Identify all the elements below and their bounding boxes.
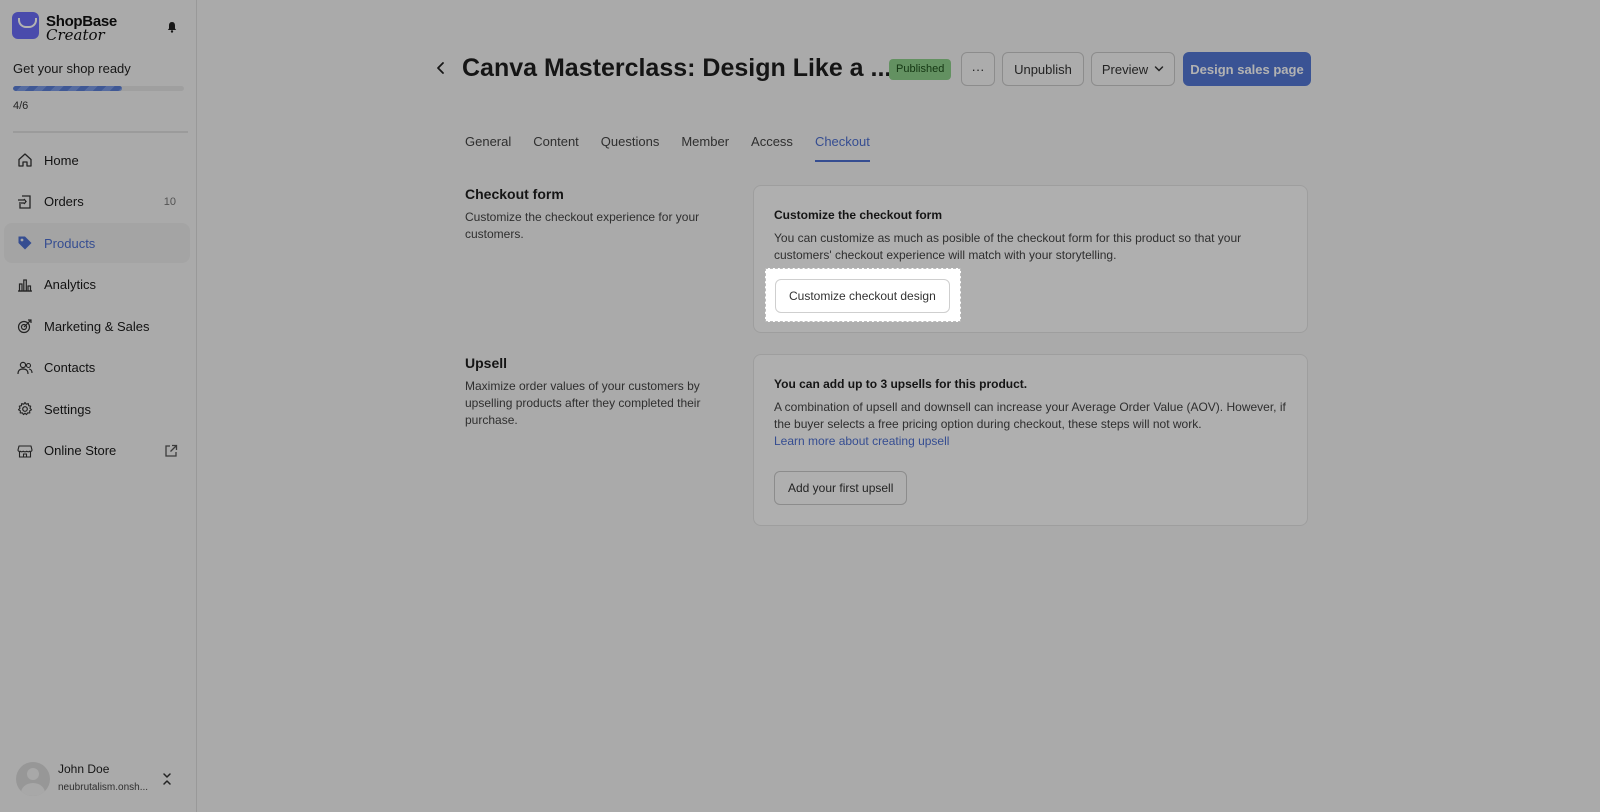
sidebar-divider: [13, 131, 188, 133]
gear-icon: [16, 400, 34, 418]
upsell-section-title: Upsell: [465, 355, 508, 371]
setup-count: 4/6: [13, 100, 29, 112]
tab-checkout[interactable]: Checkout: [814, 134, 870, 162]
store-icon: [16, 442, 34, 460]
avatar: [16, 762, 50, 796]
user-menu[interactable]: John Doe neubrutalism.onsh...: [16, 762, 186, 798]
logo[interactable]: ShopBase Creator: [12, 12, 187, 44]
more-icon: ···: [971, 61, 985, 77]
setup-title[interactable]: Get your shop ready: [13, 61, 131, 76]
sidebar-item-home[interactable]: Home: [4, 140, 190, 180]
orders-icon: [16, 193, 34, 211]
status-badge: Published: [889, 59, 952, 80]
sidebar-nav: Home Orders 10 Products Analytics Market…: [4, 140, 190, 472]
setup-progress-fill: [13, 86, 123, 91]
learn-more-upsell-link[interactable]: Learn more about creating upsell: [774, 434, 949, 448]
unpublish-button[interactable]: Unpublish: [1002, 52, 1084, 86]
product-tabs: General Content Questions Member Access …: [465, 134, 892, 162]
shopbase-logo-icon: [12, 12, 39, 39]
design-sales-page-button[interactable]: Design sales page: [1183, 52, 1311, 86]
upsell-card-title: You can add up to 3 upsells for this pro…: [774, 377, 1028, 391]
customize-checkout-design-button[interactable]: Customize checkout design: [775, 279, 950, 313]
sidebar-item-label: Orders: [44, 194, 84, 209]
contacts-icon: [16, 359, 34, 377]
user-shop-domain: neubrutalism.onsh...: [58, 782, 149, 793]
checkout-section-title: Checkout form: [465, 186, 564, 202]
main-content: Canva Masterclass: Design Like a ... Pub…: [197, 0, 1600, 812]
checkout-card-text: You can customize as much as posible of …: [774, 231, 1242, 262]
analytics-icon: [16, 276, 34, 294]
target-icon: [16, 317, 34, 335]
bell-icon[interactable]: [166, 21, 178, 33]
back-arrow-icon[interactable]: [434, 60, 448, 76]
preview-label: Preview: [1101, 61, 1149, 77]
sidebar-item-label: Analytics: [44, 277, 97, 292]
sidebar-item-settings[interactable]: Settings: [4, 389, 190, 429]
sidebar-item-label: Products: [44, 235, 96, 251]
logo-subtext: Creator: [46, 26, 105, 44]
more-actions-button[interactable]: ···: [961, 52, 995, 86]
checkout-card-title: Customize the checkout form: [774, 208, 943, 222]
sidebar-item-label: Home: [44, 152, 79, 168]
sidebar-item-products[interactable]: Products: [4, 223, 190, 263]
sidebar-item-online-store[interactable]: Online Store: [4, 431, 190, 471]
page-title: Canva Masterclass: Design Like a ...: [462, 54, 892, 82]
tab-access[interactable]: Access: [751, 134, 793, 162]
preview-dropdown-button[interactable]: Preview: [1091, 52, 1175, 86]
chevron-down-icon: [1154, 66, 1164, 72]
sidebar-item-contacts[interactable]: Contacts: [4, 348, 190, 388]
sidebar-item-label: Settings: [44, 401, 91, 417]
tag-icon: [16, 234, 34, 252]
sidebar-item-orders[interactable]: Orders 10: [4, 182, 190, 222]
external-link-icon[interactable]: [164, 444, 178, 458]
tab-member[interactable]: Member: [681, 134, 729, 162]
user-name: John Doe: [58, 762, 110, 776]
add-first-upsell-button[interactable]: Add your first upsell: [774, 471, 908, 505]
checkout-section-description: Customize the checkout experience for yo…: [465, 210, 700, 241]
tab-content[interactable]: Content: [533, 134, 579, 162]
tab-general[interactable]: General: [465, 134, 511, 162]
home-icon: [16, 151, 34, 169]
upsell-card-text: A combination of upsell and downsell can…: [774, 400, 1286, 431]
sidebar: ShopBase Creator Get your shop ready 4/6…: [0, 0, 197, 812]
sidebar-item-marketing[interactable]: Marketing & Sales: [4, 306, 190, 346]
orders-count-badge: 10: [163, 195, 176, 208]
upsell-card: You can add up to 3 upsells for this pro…: [753, 354, 1308, 526]
upsell-section-description: Maximize order values of your customers …: [465, 379, 701, 427]
sidebar-item-analytics[interactable]: Analytics: [4, 265, 190, 305]
tab-questions[interactable]: Questions: [601, 134, 660, 162]
sidebar-item-label: Marketing & Sales: [44, 318, 150, 334]
expand-collapse-icon[interactable]: [161, 772, 173, 786]
highlight-spotlight: Customize checkout design: [765, 268, 961, 322]
sidebar-item-label: Contacts: [44, 360, 96, 375]
sidebar-item-label: Online Store: [44, 443, 117, 458]
setup-progress-bar: [13, 86, 184, 91]
